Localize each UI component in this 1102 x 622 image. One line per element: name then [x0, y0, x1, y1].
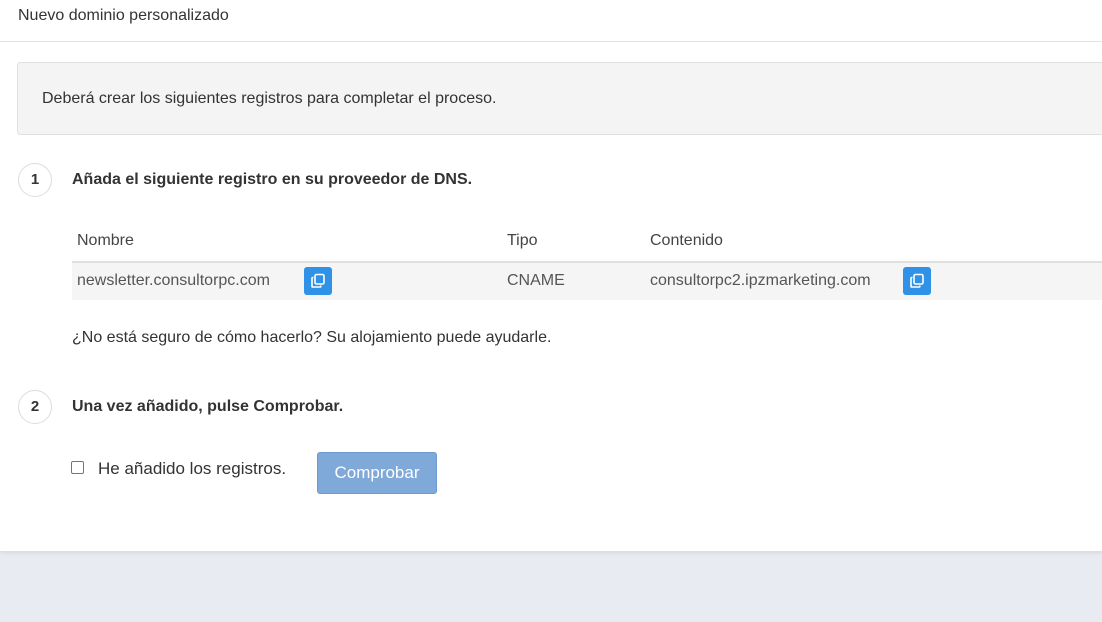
copy-icon [311, 273, 325, 288]
custom-domain-panel: Nuevo dominio personalizado Deberá crear… [0, 0, 1102, 551]
table-row: newsletter.consultorpc.com CNAME consult… [72, 263, 1102, 300]
column-header-name: Nombre [77, 232, 134, 249]
info-alert: Deberá crear los siguientes registros pa… [17, 62, 1102, 135]
info-text: Deberá crear los siguientes registros pa… [42, 90, 497, 107]
record-content: consultorpc2.ipzmarketing.com [650, 272, 871, 289]
help-text: ¿No está seguro de cómo hacerlo? Su aloj… [72, 329, 552, 346]
records-added-checkbox[interactable] [71, 461, 84, 474]
record-name: newsletter.consultorpc.com [77, 272, 270, 289]
step-1-title: Añada el siguiente registro en su provee… [72, 171, 473, 188]
records-added-label[interactable]: He añadido los registros. [98, 459, 286, 479]
column-header-type: Tipo [507, 232, 538, 249]
copy-name-button[interactable] [304, 267, 332, 295]
panel-title: Nuevo dominio personalizado [18, 7, 229, 24]
copy-content-button[interactable] [903, 267, 931, 295]
column-header-content: Contenido [650, 232, 723, 249]
step-1-number: 1 [18, 163, 52, 197]
verify-button[interactable]: Comprobar [317, 452, 437, 494]
copy-icon [910, 273, 924, 288]
record-type: CNAME [507, 272, 565, 289]
step-2-number: 2 [18, 390, 52, 424]
step-2-title: Una vez añadido, pulse Comprobar. [72, 398, 344, 415]
panel-header: Nuevo dominio personalizado [0, 0, 1102, 42]
